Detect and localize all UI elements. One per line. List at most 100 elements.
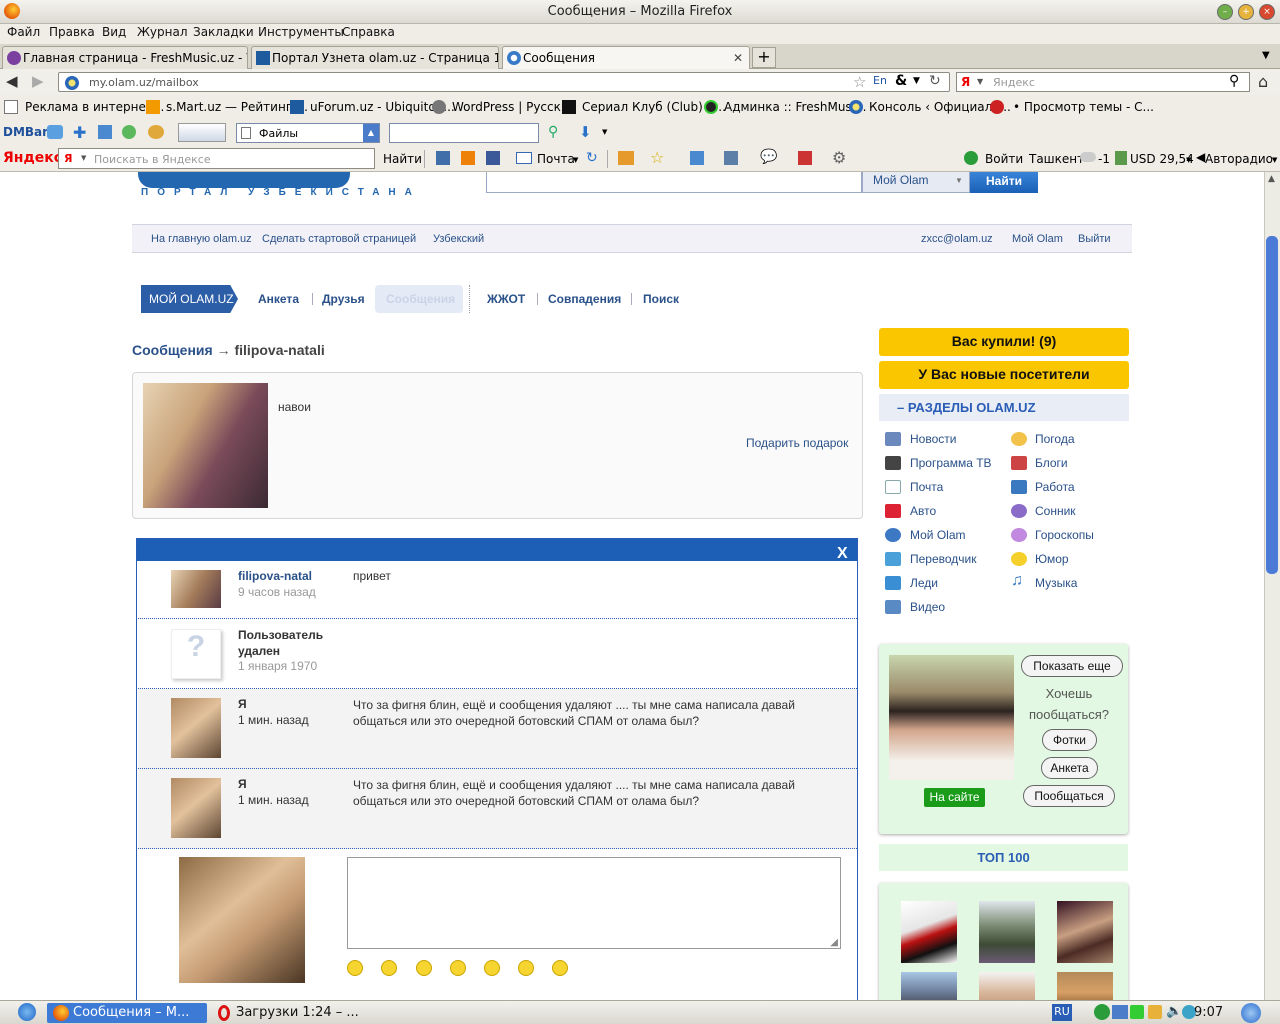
breadcrumb-root-link[interactable]: Сообщения bbox=[132, 342, 213, 358]
search-engine-dropdown-icon[interactable]: ▼ bbox=[977, 77, 983, 86]
home-link[interactable]: На главную olam.uz bbox=[151, 233, 252, 245]
section-music[interactable]: Музыка bbox=[1035, 576, 1077, 590]
section-dream-book[interactable]: Сонник bbox=[1035, 504, 1076, 518]
search-icon[interactable]: ⚲ bbox=[548, 124, 558, 140]
smile-icon[interactable] bbox=[347, 960, 363, 976]
menu-tools[interactable]: Инструменты bbox=[258, 25, 344, 39]
logout-link[interactable]: Выйти bbox=[1078, 233, 1111, 245]
monitor-tray-icon[interactable] bbox=[1112, 1005, 1128, 1019]
photos-button[interactable]: Фотки bbox=[1042, 729, 1097, 751]
speech-icon[interactable]: 💬 bbox=[760, 149, 777, 165]
facebook-icon[interactable] bbox=[486, 151, 500, 165]
make-start-page-link[interactable]: Сделать стартовой страницей bbox=[262, 233, 416, 245]
tab-profile[interactable]: Анкета bbox=[258, 292, 299, 306]
dmbar-widget[interactable] bbox=[178, 123, 226, 142]
section-horoscopes[interactable]: Гороскопы bbox=[1035, 528, 1094, 542]
tab-zhzhot[interactable]: ЖЖОТ bbox=[487, 292, 525, 306]
reload-icon[interactable]: ↻ bbox=[929, 73, 941, 89]
section-humor[interactable]: Юмор bbox=[1035, 552, 1069, 566]
chevron-down-icon[interactable]: ▼ bbox=[1186, 156, 1191, 164]
chevron-down-icon[interactable]: ▼ bbox=[1272, 156, 1277, 164]
tab-friends[interactable]: Друзья bbox=[322, 292, 365, 306]
forward-icon[interactable]: ▶ bbox=[32, 72, 44, 90]
yandex-logo[interactable]: Яндекс bbox=[3, 150, 62, 166]
menu-help[interactable]: Справка bbox=[342, 25, 395, 39]
my-olam-select[interactable]: Мой Olam ▼ bbox=[862, 172, 970, 193]
header-search-button[interactable]: Найти bbox=[970, 172, 1038, 193]
refresh-icon[interactable]: ↻ bbox=[586, 150, 598, 166]
grin-smile-icon[interactable] bbox=[450, 960, 466, 976]
message-avatar[interactable] bbox=[171, 778, 221, 838]
section-work[interactable]: Работа bbox=[1035, 480, 1075, 494]
wink-smile-icon[interactable] bbox=[552, 960, 568, 976]
show-desktop-icon[interactable] bbox=[1241, 1003, 1261, 1023]
login-label[interactable]: Войти bbox=[985, 152, 1023, 166]
user-add-icon[interactable] bbox=[148, 125, 164, 139]
back-icon[interactable]: ◀ bbox=[6, 72, 18, 90]
taskbar-firefox[interactable]: Сообщения – М... bbox=[47, 1003, 207, 1023]
taskbar-opera-downloads[interactable]: Загрузки 1:24 – ... bbox=[210, 1003, 370, 1023]
my-olam-badge[interactable]: МОЙ OLAM.UZ bbox=[141, 285, 238, 313]
bookmark-item[interactable]: Реклама в интернет... bbox=[25, 100, 164, 114]
section-ladies[interactable]: Леди bbox=[910, 576, 938, 590]
show-more-button[interactable]: Показать еще bbox=[1021, 655, 1123, 677]
globe-icon[interactable] bbox=[122, 125, 136, 139]
dropdown-icon[interactable]: ▼ bbox=[913, 76, 920, 86]
sections-header[interactable]: – РАЗДЕЛЫ OLAM.UZ bbox=[879, 394, 1129, 421]
header-search-input[interactable] bbox=[486, 172, 862, 193]
my-olam-link[interactable]: Мой Olam bbox=[1012, 233, 1063, 245]
gear-icon[interactable]: ⚙ bbox=[832, 148, 846, 167]
language-indicator[interactable]: RU bbox=[1052, 1004, 1072, 1021]
top100-photo[interactable] bbox=[979, 901, 1035, 963]
yandex-search-input[interactable]: Я ▼ Поискать в Яндексе bbox=[58, 148, 375, 169]
star-icon[interactable]: ☆ bbox=[650, 148, 664, 167]
top100-photo[interactable] bbox=[979, 972, 1035, 1000]
olam-logo[interactable] bbox=[138, 172, 350, 188]
chevron-down-icon[interactable]: ▼ bbox=[602, 128, 607, 136]
bought-button[interactable]: Вас купили! (9) bbox=[879, 328, 1129, 356]
vk-icon[interactable] bbox=[436, 151, 450, 165]
cool-smile-icon[interactable] bbox=[381, 960, 397, 976]
top100-header[interactable]: ТОП 100 bbox=[879, 844, 1128, 871]
menu-edit[interactable]: Правка bbox=[49, 25, 95, 39]
ampersand-icon[interactable]: & bbox=[895, 73, 907, 89]
translate-icon[interactable]: En bbox=[873, 74, 887, 87]
top100-photo[interactable] bbox=[1057, 901, 1113, 963]
usd-rate-label[interactable]: USD 29,54 bbox=[1130, 152, 1194, 166]
flag-icon[interactable] bbox=[798, 151, 812, 165]
section-blogs[interactable]: Блоги bbox=[1035, 456, 1068, 470]
search-bar[interactable]: Я ▼ Яндекс ⚲ bbox=[956, 72, 1250, 92]
url-bar[interactable]: my.olam.uz/mailbox ☆ En & ▼ ↻ bbox=[58, 72, 950, 92]
chevron-down-icon[interactable]: ▼ bbox=[81, 154, 86, 162]
key-icon[interactable] bbox=[964, 151, 978, 165]
new-tab-button[interactable]: + bbox=[752, 47, 776, 68]
grid-icon[interactable] bbox=[724, 151, 738, 165]
message-author[interactable]: filipova-natal bbox=[238, 569, 312, 583]
close-window-button[interactable]: × bbox=[1259, 4, 1275, 20]
tab-olam-portal[interactable]: Портал Узнета olam.uz - Страница 19 -... bbox=[251, 46, 499, 69]
laugh-smile-icon[interactable] bbox=[484, 960, 500, 976]
shocked-smile-icon[interactable] bbox=[518, 960, 534, 976]
scrollbar-thumb[interactable] bbox=[1266, 236, 1278, 574]
tab-freshmusic[interactable]: Главная страница - FreshMusic.uz - У н..… bbox=[2, 46, 248, 69]
bookmark-item[interactable]: WordPress | Русский bbox=[452, 100, 576, 114]
network-tray-icon[interactable] bbox=[1094, 1004, 1110, 1020]
tab-messages-active[interactable]: Сообщения bbox=[375, 285, 463, 313]
section-weather[interactable]: Погода bbox=[1035, 432, 1075, 446]
volume-tray-icon[interactable]: 🔈 bbox=[1166, 1004, 1182, 1019]
section-translator[interactable]: Переводчик bbox=[910, 552, 977, 566]
mail-label[interactable]: Почта bbox=[537, 152, 575, 166]
chevron-down-icon[interactable]: ▼ bbox=[573, 156, 578, 164]
tab-search[interactable]: Поиск bbox=[643, 292, 679, 306]
bookmark-item[interactable]: Админка :: FreshMusi... bbox=[724, 100, 866, 114]
home-icon[interactable]: ⌂ bbox=[1258, 72, 1268, 91]
network-icon[interactable] bbox=[98, 125, 112, 139]
radio-label[interactable]: Авторадио bbox=[1205, 152, 1273, 166]
minimize-button[interactable]: – bbox=[1217, 4, 1233, 20]
user-email-link[interactable]: zxcc@olam.uz bbox=[921, 233, 993, 245]
chat-icon[interactable] bbox=[47, 125, 63, 139]
add-icon[interactable]: ✚ bbox=[73, 123, 86, 142]
magnifier-icon[interactable]: ⚲ bbox=[1229, 73, 1239, 89]
profile-button[interactable]: Анкета bbox=[1041, 757, 1098, 779]
message-avatar[interactable] bbox=[171, 698, 221, 758]
